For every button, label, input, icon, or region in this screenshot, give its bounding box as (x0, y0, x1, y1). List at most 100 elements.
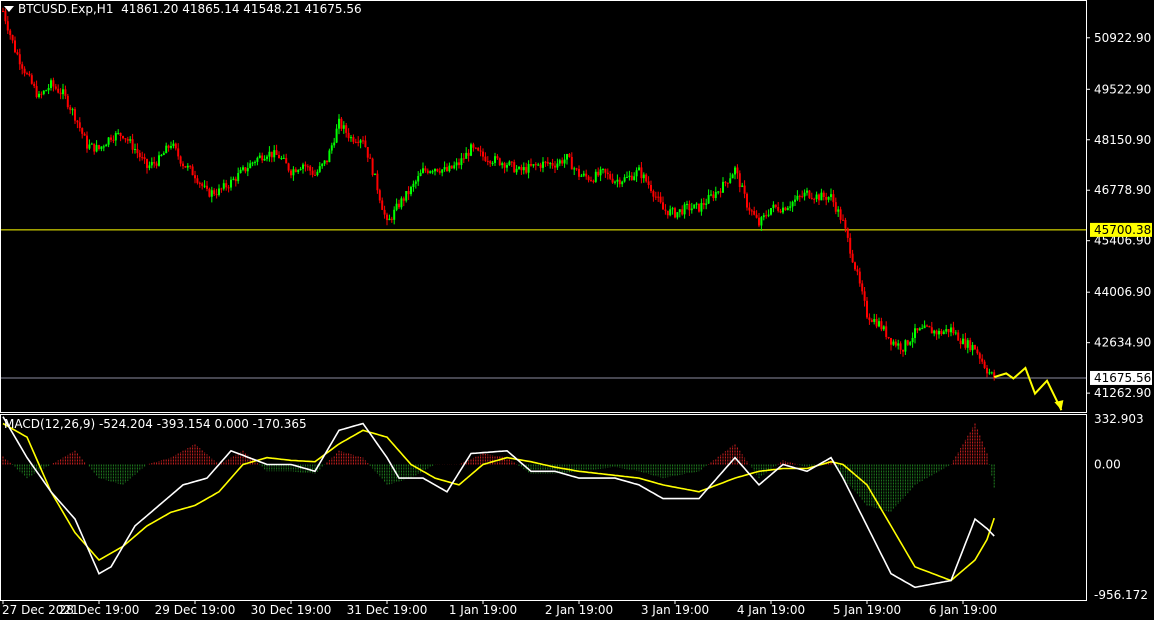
candle-body (947, 329, 950, 333)
candle-body (664, 209, 667, 211)
candle-body (143, 157, 146, 160)
candle-body (986, 367, 988, 374)
candle-body (758, 217, 760, 226)
candle-body (609, 174, 612, 179)
macd-signal-line (2, 422, 995, 582)
candle-body (402, 198, 405, 201)
candle-body (520, 167, 523, 171)
candle-body (525, 167, 528, 173)
candle-body (249, 163, 252, 169)
candle-body (978, 353, 981, 359)
candle-body (690, 208, 693, 211)
level-line-label: 45700.38 (1094, 223, 1151, 237)
symbol-name: BTCUSD.Exp,H1 (18, 2, 114, 16)
candle-body (345, 125, 348, 133)
price-tick-label: 49522.90 (1094, 82, 1151, 96)
candle-body (983, 361, 986, 368)
candle-body (849, 237, 852, 254)
candle-body (194, 175, 196, 179)
candle-body (441, 169, 444, 173)
candle-body (755, 214, 758, 218)
candle-body (83, 133, 86, 136)
candle-body (330, 145, 333, 151)
candle-body (170, 146, 172, 148)
candle-body (556, 163, 559, 168)
candle-body (136, 148, 139, 154)
time-tick-label: 6 Jan 19:00 (929, 603, 997, 617)
candle-body (62, 89, 64, 95)
candle-body (222, 183, 225, 189)
candle-body (503, 163, 506, 168)
candle-body (196, 178, 199, 183)
candle-body (294, 169, 297, 173)
candle-body (278, 154, 280, 159)
candle-body (203, 185, 206, 187)
candle-body (616, 179, 619, 182)
candle-body (762, 215, 765, 218)
candle-body (832, 194, 835, 203)
candle-body (707, 194, 710, 204)
candle-body (614, 181, 616, 183)
candle-body (618, 179, 621, 185)
candle-body (959, 340, 962, 345)
projection-path (993, 366, 1063, 411)
candle-body (741, 185, 744, 187)
symbol-menu-icon[interactable] (4, 6, 14, 12)
time-tick-label: 3 Jan 19:00 (641, 603, 709, 617)
candle-body (153, 162, 156, 164)
candle-body (719, 191, 722, 193)
candle-body (638, 167, 640, 171)
candle-body (630, 175, 633, 180)
candle-body (515, 168, 518, 173)
candle-body (940, 330, 943, 335)
candle-body (364, 140, 367, 148)
candle-body (890, 338, 892, 345)
candle-body (35, 86, 38, 98)
candle-body (366, 147, 369, 158)
candle-body (131, 139, 134, 150)
candle-body (938, 330, 940, 335)
candle-body (830, 194, 832, 197)
candle-body (242, 167, 244, 170)
candle-body (834, 202, 837, 212)
price-chart[interactable]: 50922.9049522.9048150.9046778.9045406.90… (0, 0, 1154, 620)
candle-body (923, 325, 926, 329)
candle-body (251, 162, 254, 164)
candle-body (537, 164, 540, 166)
candle-body (38, 93, 40, 98)
candle-body (695, 203, 698, 205)
candle-body (275, 150, 278, 155)
price-tick-label: 50922.90 (1094, 31, 1151, 45)
candle-body (748, 207, 751, 211)
candle-body (40, 93, 43, 95)
candle-body (419, 172, 422, 177)
candle-body (820, 192, 823, 201)
candle-body (246, 168, 249, 172)
candle-body (981, 358, 984, 362)
candle-body (33, 83, 36, 87)
candle-body (174, 143, 177, 149)
candle-body (558, 160, 561, 164)
candle-body (669, 209, 672, 216)
time-tick-label: 1 Jan 19:00 (449, 603, 517, 617)
candle-body (750, 210, 753, 212)
candle-body (215, 194, 218, 196)
candle-body (390, 218, 393, 220)
candle-body (952, 327, 955, 334)
candle-body (798, 195, 801, 197)
candle-body (52, 80, 55, 87)
candle-body (678, 209, 681, 213)
candle-body (472, 144, 475, 148)
candle-body (962, 338, 964, 345)
candle-body (309, 166, 312, 171)
candle-body (854, 262, 856, 270)
candle-body (522, 167, 525, 171)
candle-body (513, 162, 516, 173)
candle-body (878, 321, 880, 327)
projection-arrowhead (1054, 400, 1064, 411)
candle-body (54, 86, 57, 89)
candle-body (342, 125, 345, 129)
candle-body (652, 191, 655, 197)
candle-body (4, 11, 7, 22)
candle-body (659, 196, 662, 203)
